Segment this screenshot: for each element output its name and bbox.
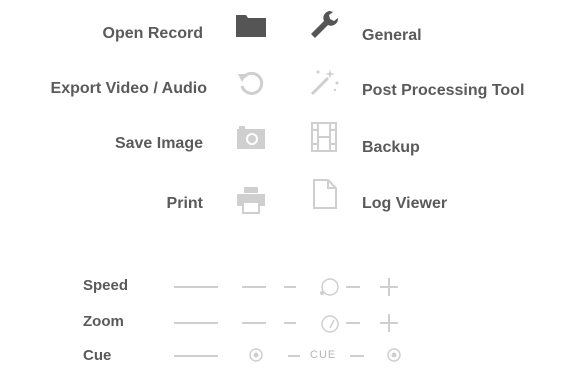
- export-rotate-icon[interactable]: [236, 68, 266, 98]
- zoom-label: Zoom: [83, 313, 124, 330]
- zoom-control-icon[interactable]: [240, 312, 410, 334]
- export-video-audio-label[interactable]: Export Video / Audio: [51, 79, 207, 99]
- print-label[interactable]: Print: [167, 194, 203, 214]
- cue-center-text: CUE: [310, 349, 337, 361]
- speed-label: Speed: [83, 277, 129, 294]
- save-image-label[interactable]: Save Image: [115, 134, 203, 154]
- speed-control-icon[interactable]: [240, 276, 410, 298]
- printer-icon[interactable]: [236, 186, 266, 214]
- open-record-label[interactable]: Open Record: [103, 24, 203, 44]
- cue-dash-left: [288, 355, 300, 357]
- speed-track-line: [174, 286, 218, 288]
- cue-start-icon[interactable]: [248, 347, 264, 363]
- wrench-icon[interactable]: [308, 8, 340, 40]
- camera-icon[interactable]: [236, 124, 266, 150]
- cue-dash-right: [350, 355, 364, 357]
- log-viewer-label[interactable]: Log Viewer: [362, 194, 447, 214]
- film-icon[interactable]: [310, 121, 338, 153]
- general-label[interactable]: General: [362, 26, 422, 46]
- cue-end-icon[interactable]: [386, 347, 402, 363]
- document-icon[interactable]: [312, 178, 338, 210]
- folder-icon[interactable]: [235, 12, 267, 38]
- zoom-track-line: [174, 322, 218, 324]
- cue-label: Cue: [83, 347, 112, 364]
- cue-track-line: [174, 355, 218, 357]
- magic-wand-icon[interactable]: [308, 66, 340, 96]
- backup-label[interactable]: Backup: [362, 138, 420, 158]
- post-processing-tool-label[interactable]: Post Processing Tool: [362, 81, 524, 101]
